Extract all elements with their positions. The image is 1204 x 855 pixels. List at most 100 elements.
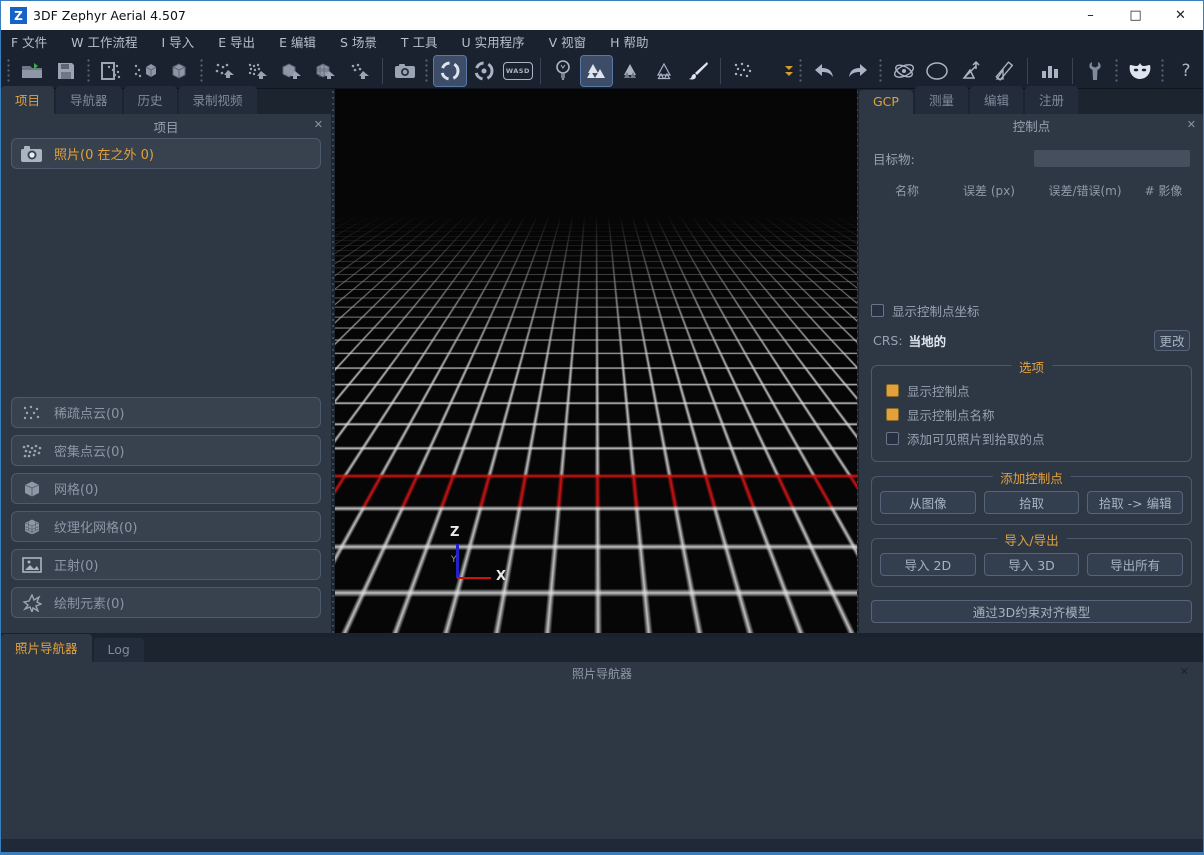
menu-workflow[interactable]: W 工作流程 (71, 32, 137, 51)
sparse-generation-button[interactable] (129, 56, 161, 86)
menu-scene[interactable]: S 场景 (340, 32, 377, 51)
show-coords-checkbox[interactable] (871, 304, 884, 317)
tab-project[interactable]: 项目 (1, 86, 54, 114)
save-project-button[interactable] (50, 56, 82, 86)
import-export-group: 导入/导出 导入 2D 导入 3D 导出所有 (871, 538, 1192, 587)
menu-import[interactable]: I 导入 (162, 32, 195, 51)
menu-export[interactable]: E 导出 (218, 32, 255, 51)
redo-button[interactable] (842, 56, 874, 86)
show-coords-row[interactable]: 显示控制点坐标 (871, 301, 1192, 320)
tab-navigator[interactable]: 导航器 (56, 86, 122, 114)
photo-navigator-content[interactable] (1, 684, 1203, 839)
measure-tools-button[interactable] (989, 56, 1021, 86)
menu-tools[interactable]: T 工具 (401, 32, 438, 51)
toolbar-drag-handle[interactable] (424, 58, 430, 84)
toolbar-drag-handle[interactable] (6, 58, 12, 84)
menu-utilities[interactable]: U 实用程序 (461, 32, 524, 51)
help-button[interactable]: ? (1170, 56, 1202, 86)
menu-help[interactable]: H 帮助 (610, 32, 648, 51)
gcp-list[interactable] (871, 205, 1192, 301)
settings-wrench-button[interactable] (1079, 56, 1111, 86)
target-input[interactable] (1034, 150, 1190, 167)
target-label: 目标物: (873, 149, 915, 168)
project-item-dense-cloud[interactable]: 密集点云(0) (11, 435, 321, 466)
project-item-drawing-elements[interactable]: 绘制元素(0) (11, 587, 321, 618)
statistics-button[interactable] (1034, 56, 1066, 86)
render-shaded-button[interactable] (614, 56, 646, 86)
mesh-tool-button[interactable] (276, 56, 308, 86)
align-model-3d-constraints-button[interactable]: 通过3D约束对齐模型 (871, 600, 1192, 623)
show-sparse-points-button[interactable] (727, 56, 759, 86)
project-item-orthophoto[interactable]: 正射(0) (11, 549, 321, 580)
lighting-button[interactable] (547, 56, 579, 86)
project-item-photos[interactable]: 照片(0 在之外 0) (11, 138, 321, 169)
project-item-textured-mesh[interactable]: 纹理化网格(0) (11, 511, 321, 542)
from-image-button[interactable]: 从图像 (880, 491, 976, 514)
rotate-around-point-button[interactable] (468, 56, 500, 86)
maximize-button[interactable]: □ (1113, 1, 1158, 30)
viewport-3d[interactable]: Z X Y (335, 89, 857, 633)
move-axis-button[interactable] (955, 56, 987, 86)
extract-points-tool-button[interactable] (344, 56, 376, 86)
close-icon[interactable]: ✕ (1180, 665, 1189, 678)
title-bar[interactable]: Z 3DF Zephyr Aerial 4.507 – □ ✕ (1, 1, 1203, 30)
dense-generation-button[interactable] (163, 56, 195, 86)
add-visible-photos-checkbox[interactable] (886, 432, 899, 445)
toolbar-drag-handle[interactable] (86, 58, 92, 84)
toolbar-drag-handle[interactable] (878, 58, 884, 84)
render-wireframe-button[interactable] (648, 56, 680, 86)
tab-gcp[interactable]: GCP (859, 90, 913, 114)
toolbar-drag-handle[interactable] (1160, 58, 1166, 84)
toolbar-drag-handle[interactable] (1114, 58, 1120, 84)
close-button[interactable]: ✕ (1158, 1, 1203, 30)
show-control-points-row[interactable]: 显示控制点 (886, 381, 1181, 400)
undo-button[interactable] (808, 56, 840, 86)
close-icon[interactable]: ✕ (314, 118, 323, 131)
export-all-button[interactable]: 导出所有 (1087, 553, 1183, 576)
gyroscope-button[interactable] (888, 56, 920, 86)
close-icon[interactable]: ✕ (1187, 118, 1196, 131)
full-rotation-button[interactable] (922, 56, 954, 86)
toolbar-drag-handle[interactable] (199, 58, 205, 84)
import-3d-button[interactable]: 导入 3D (984, 553, 1080, 576)
wasd-mode-button[interactable]: WASD (502, 56, 534, 86)
open-project-button[interactable] (16, 56, 48, 86)
overflow-expander-icon[interactable] (785, 66, 793, 76)
pick-button[interactable]: 拾取 (984, 491, 1080, 514)
show-cp-names-checkbox[interactable] (886, 408, 899, 421)
tab-measure[interactable]: 测量 (915, 86, 968, 114)
project-item-mesh[interactable]: 网格(0) (11, 473, 321, 504)
tab-record-video[interactable]: 录制视频 (179, 86, 257, 114)
dense-cloud-tool-button[interactable] (243, 56, 275, 86)
paint-brush-button[interactable] (682, 56, 714, 86)
orthophoto-image-icon (20, 557, 44, 573)
sparse-cloud-tool-button[interactable] (209, 56, 241, 86)
tab-register[interactable]: 注册 (1025, 86, 1078, 114)
project-item-sparse-cloud[interactable]: 稀疏点云(0) (11, 397, 321, 428)
menu-file[interactable]: F 文件 (11, 32, 47, 51)
orbit-mode-button[interactable] (434, 56, 466, 86)
render-solid-button[interactable] (581, 56, 613, 86)
show-control-points-checkbox[interactable] (886, 384, 899, 397)
show-cp-names-row[interactable]: 显示控制点名称 (886, 405, 1181, 424)
add-visible-photos-row[interactable]: 添加可见照片到拾取的点 (886, 429, 1181, 448)
import-2d-button[interactable]: 导入 2D (880, 553, 976, 576)
mask-button[interactable] (1124, 56, 1156, 86)
tab-photo-navigator[interactable]: 照片导航器 (1, 634, 92, 662)
pick-edit-button[interactable]: 拾取 -> 编辑 (1087, 491, 1183, 514)
project-wizard-button[interactable] (95, 56, 127, 86)
toolbar-separator (540, 58, 541, 84)
toolbar-drag-handle[interactable] (798, 58, 804, 84)
camera-button[interactable] (389, 56, 421, 86)
help-icon: ? (1182, 61, 1191, 81)
crs-change-button[interactable]: 更改 (1154, 330, 1190, 351)
textured-mesh-tool-button[interactable] (310, 56, 342, 86)
tab-log[interactable]: Log (94, 638, 144, 662)
minimize-button[interactable]: – (1068, 1, 1113, 30)
project-item-label: 密集点云(0) (54, 441, 124, 460)
menu-view[interactable]: V 视窗 (549, 32, 587, 51)
tab-history[interactable]: 历史 (124, 86, 177, 114)
project-item-label: 网格(0) (54, 479, 98, 498)
tab-edit[interactable]: 编辑 (970, 86, 1023, 114)
menu-edit[interactable]: E 编辑 (279, 32, 316, 51)
